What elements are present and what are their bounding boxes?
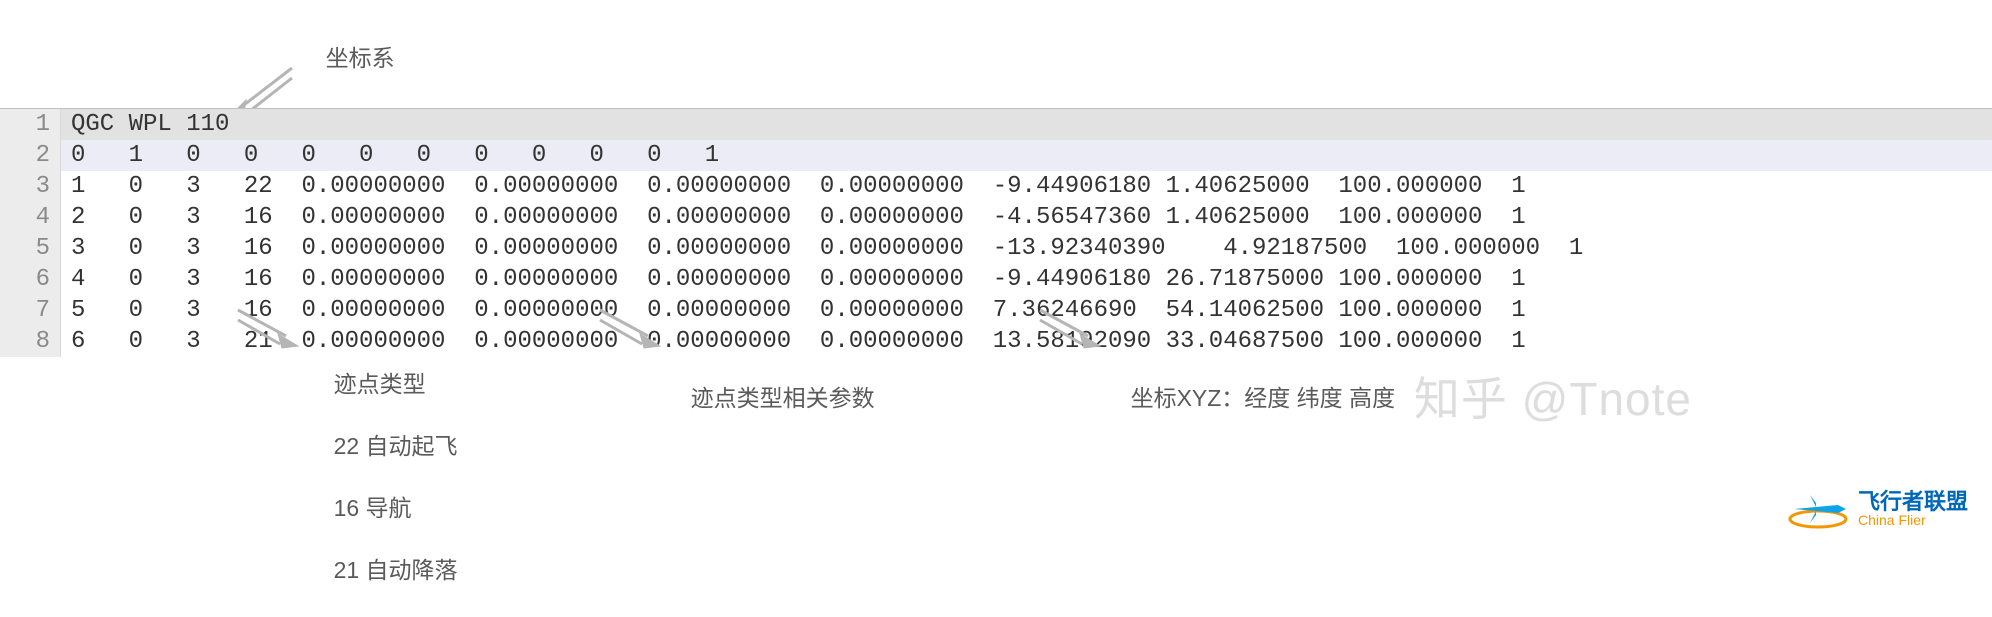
line-number: 7 <box>0 295 61 326</box>
line-number: 4 <box>0 202 61 233</box>
page: { "annotations":{ "coord_title":"坐标系", "… <box>0 0 1992 549</box>
anno-cmd-title: 迹点类型 <box>334 371 426 397</box>
anno-cmd-l3: 21 自动降落 <box>334 557 458 583</box>
annotation-command-type: 迹点类型 22 自动起飞 16 导航 21 自动降落 <box>308 338 458 617</box>
line-text: 2 0 3 16 0.00000000 0.00000000 0.0000000… <box>61 202 1526 233</box>
anno-xyz-title: 坐标XYZ：经度 纬度 高度 <box>1131 385 1396 411</box>
code-line: 53 0 3 16 0.00000000 0.00000000 0.000000… <box>0 233 1992 264</box>
logo-text-wrap: 飞行者联盟 China Flier <box>1858 491 1968 527</box>
plane-icon <box>1786 489 1850 529</box>
line-number: 1 <box>0 109 61 140</box>
line-text: 3 0 3 16 0.00000000 0.00000000 0.0000000… <box>61 233 1583 264</box>
logo-text-en: China Flier <box>1858 513 1968 527</box>
annotation-xyz: 坐标XYZ：经度 纬度 高度 <box>1105 352 1395 445</box>
line-text: 0 1 0 0 0 0 0 0 0 0 0 1 <box>61 140 719 171</box>
line-number: 6 <box>0 264 61 295</box>
anno-cmd-l2: 16 导航 <box>334 495 412 521</box>
line-text: 4 0 3 16 0.00000000 0.00000000 0.0000000… <box>61 264 1526 295</box>
anno-cmd-l1: 22 自动起飞 <box>334 433 458 459</box>
arrow-params <box>594 306 666 350</box>
annotation-params: 迹点类型相关参数 <box>665 352 875 445</box>
arrow-xyz <box>1034 306 1106 350</box>
line-number: 3 <box>0 171 61 202</box>
code-line: 42 0 3 16 0.00000000 0.00000000 0.000000… <box>0 202 1992 233</box>
line-number: 5 <box>0 233 61 264</box>
logo-china-flier: 飞行者联盟 China Flier <box>1786 489 1968 529</box>
code-line: 1QGC WPL 110 <box>0 109 1992 140</box>
line-text: QGC WPL 110 <box>61 109 229 140</box>
line-number: 2 <box>0 140 61 171</box>
code-line: 31 0 3 22 0.00000000 0.00000000 0.000000… <box>0 171 1992 202</box>
code-line: 20 1 0 0 0 0 0 0 0 0 0 1 <box>0 140 1992 171</box>
code-line: 64 0 3 16 0.00000000 0.00000000 0.000000… <box>0 264 1992 295</box>
line-number: 8 <box>0 326 61 357</box>
line-text: 1 0 3 22 0.00000000 0.00000000 0.0000000… <box>61 171 1526 202</box>
watermark: 知乎 @Tnote <box>1414 363 1692 429</box>
anno-coord-title: 坐标系 <box>326 45 395 71</box>
arrow-cmd-type <box>232 306 304 350</box>
anno-param-title: 迹点类型相关参数 <box>691 385 875 411</box>
logo-text-cn: 飞行者联盟 <box>1858 491 1968 513</box>
